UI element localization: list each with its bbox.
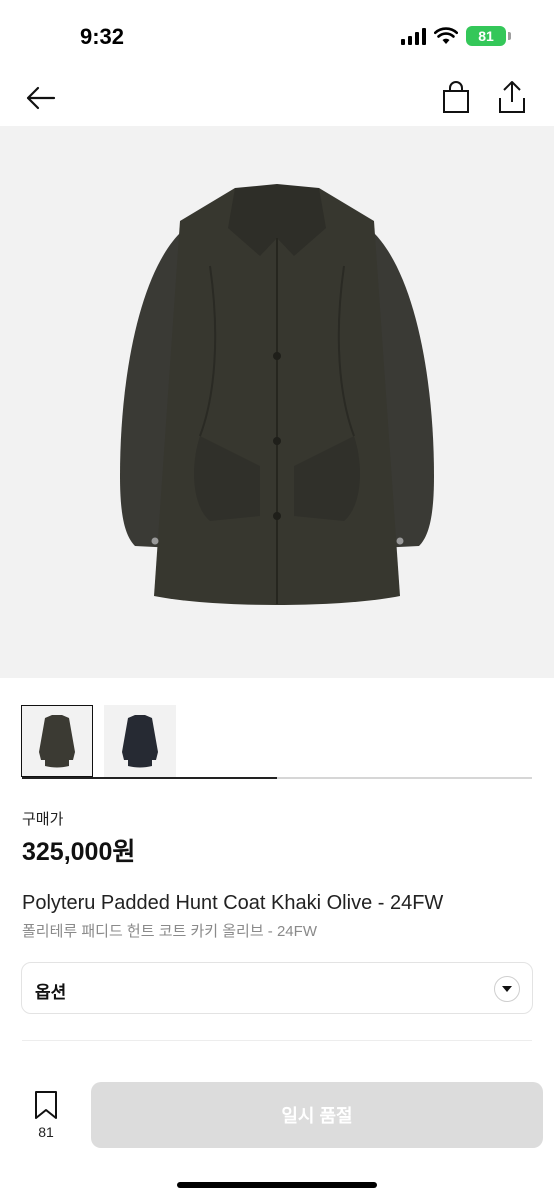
thumbnail-navy[interactable]: [104, 705, 176, 777]
chevron-down-icon: [494, 976, 520, 1002]
product-image-gallery[interactable]: [0, 126, 554, 779]
sold-out-button[interactable]: 일시 품절: [91, 1082, 543, 1148]
thumbnail-khaki-olive[interactable]: [21, 705, 93, 777]
shopping-bag-icon[interactable]: [438, 80, 474, 116]
gallery-progress: [22, 777, 532, 779]
price-value: 325,000원: [22, 838, 136, 866]
gallery-progress-fill: [22, 777, 277, 779]
wish-count: 81: [38, 1124, 54, 1140]
price-label: 구매가: [22, 811, 64, 828]
product-name-korean: 폴리테루 패디드 헌트 코트 카키 올리브 - 24FW: [22, 923, 317, 940]
product-name: Polyteru Padded Hunt Coat Khaki Olive - …: [22, 892, 444, 914]
status-icons: 81: [401, 26, 511, 46]
bookmark-icon: [35, 1091, 57, 1119]
arrow-left-icon[interactable]: [22, 80, 58, 116]
thumbnail-list: [21, 705, 176, 777]
battery-level: 81: [478, 28, 494, 44]
wifi-icon: [434, 27, 458, 44]
status-bar: 9:32 81: [0, 0, 554, 70]
signal-icon: [401, 27, 426, 45]
thumbnail-image: [122, 715, 158, 768]
home-indicator[interactable]: [177, 1182, 377, 1188]
thumbnail-image: [39, 715, 75, 768]
bottom-bar: 81 일시 품절: [0, 1070, 554, 1200]
status-time: 9:32: [80, 24, 125, 49]
divider: [22, 1040, 532, 1041]
battery-icon: 81: [466, 26, 511, 46]
product-image: [120, 184, 434, 605]
nav-bar: [0, 70, 554, 126]
share-icon[interactable]: [494, 78, 530, 116]
wish-button[interactable]: 81: [24, 1090, 68, 1140]
option-label: 옵션: [35, 983, 67, 1002]
option-select[interactable]: 옵션: [21, 962, 533, 1014]
